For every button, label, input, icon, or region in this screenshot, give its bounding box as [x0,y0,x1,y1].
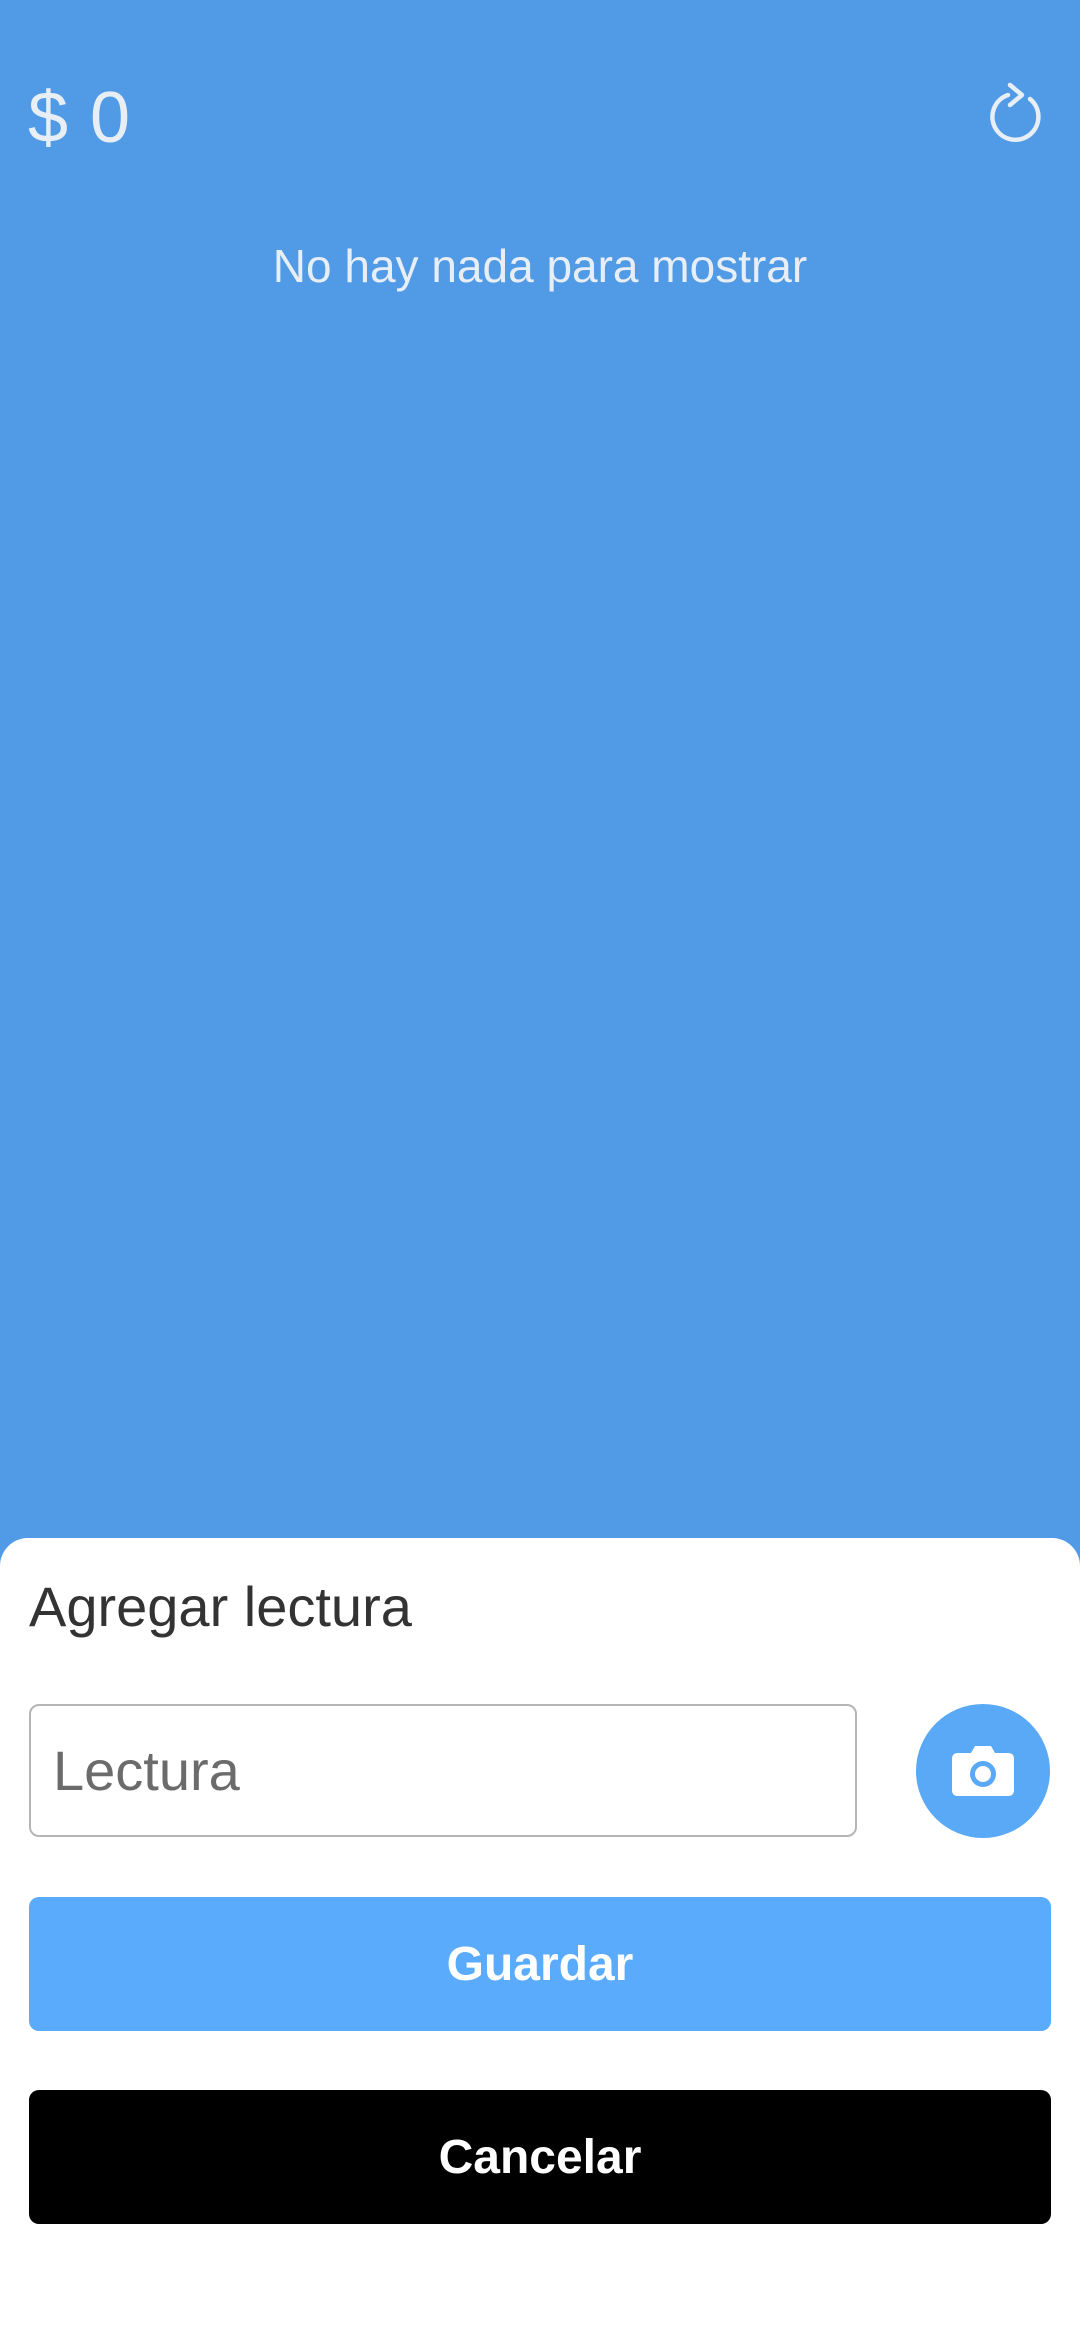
camera-button[interactable] [916,1704,1050,1838]
sheet-title: Agregar lectura [29,1575,412,1638]
cancel-button[interactable]: Cancelar [29,2090,1051,2224]
add-reading-sheet: Agregar lectura Guardar Cancelar [0,1538,1080,2342]
empty-state-message: No hay nada para mostrar [272,240,808,292]
refresh-icon [990,82,1041,142]
camera-icon [952,1746,1014,1796]
top-bar: $ 0 [0,0,1080,240]
reading-input[interactable] [29,1704,857,1837]
balance-amount: $ 0 [28,78,132,158]
refresh-button[interactable] [980,76,1052,148]
save-button[interactable]: Guardar [29,1897,1051,2031]
